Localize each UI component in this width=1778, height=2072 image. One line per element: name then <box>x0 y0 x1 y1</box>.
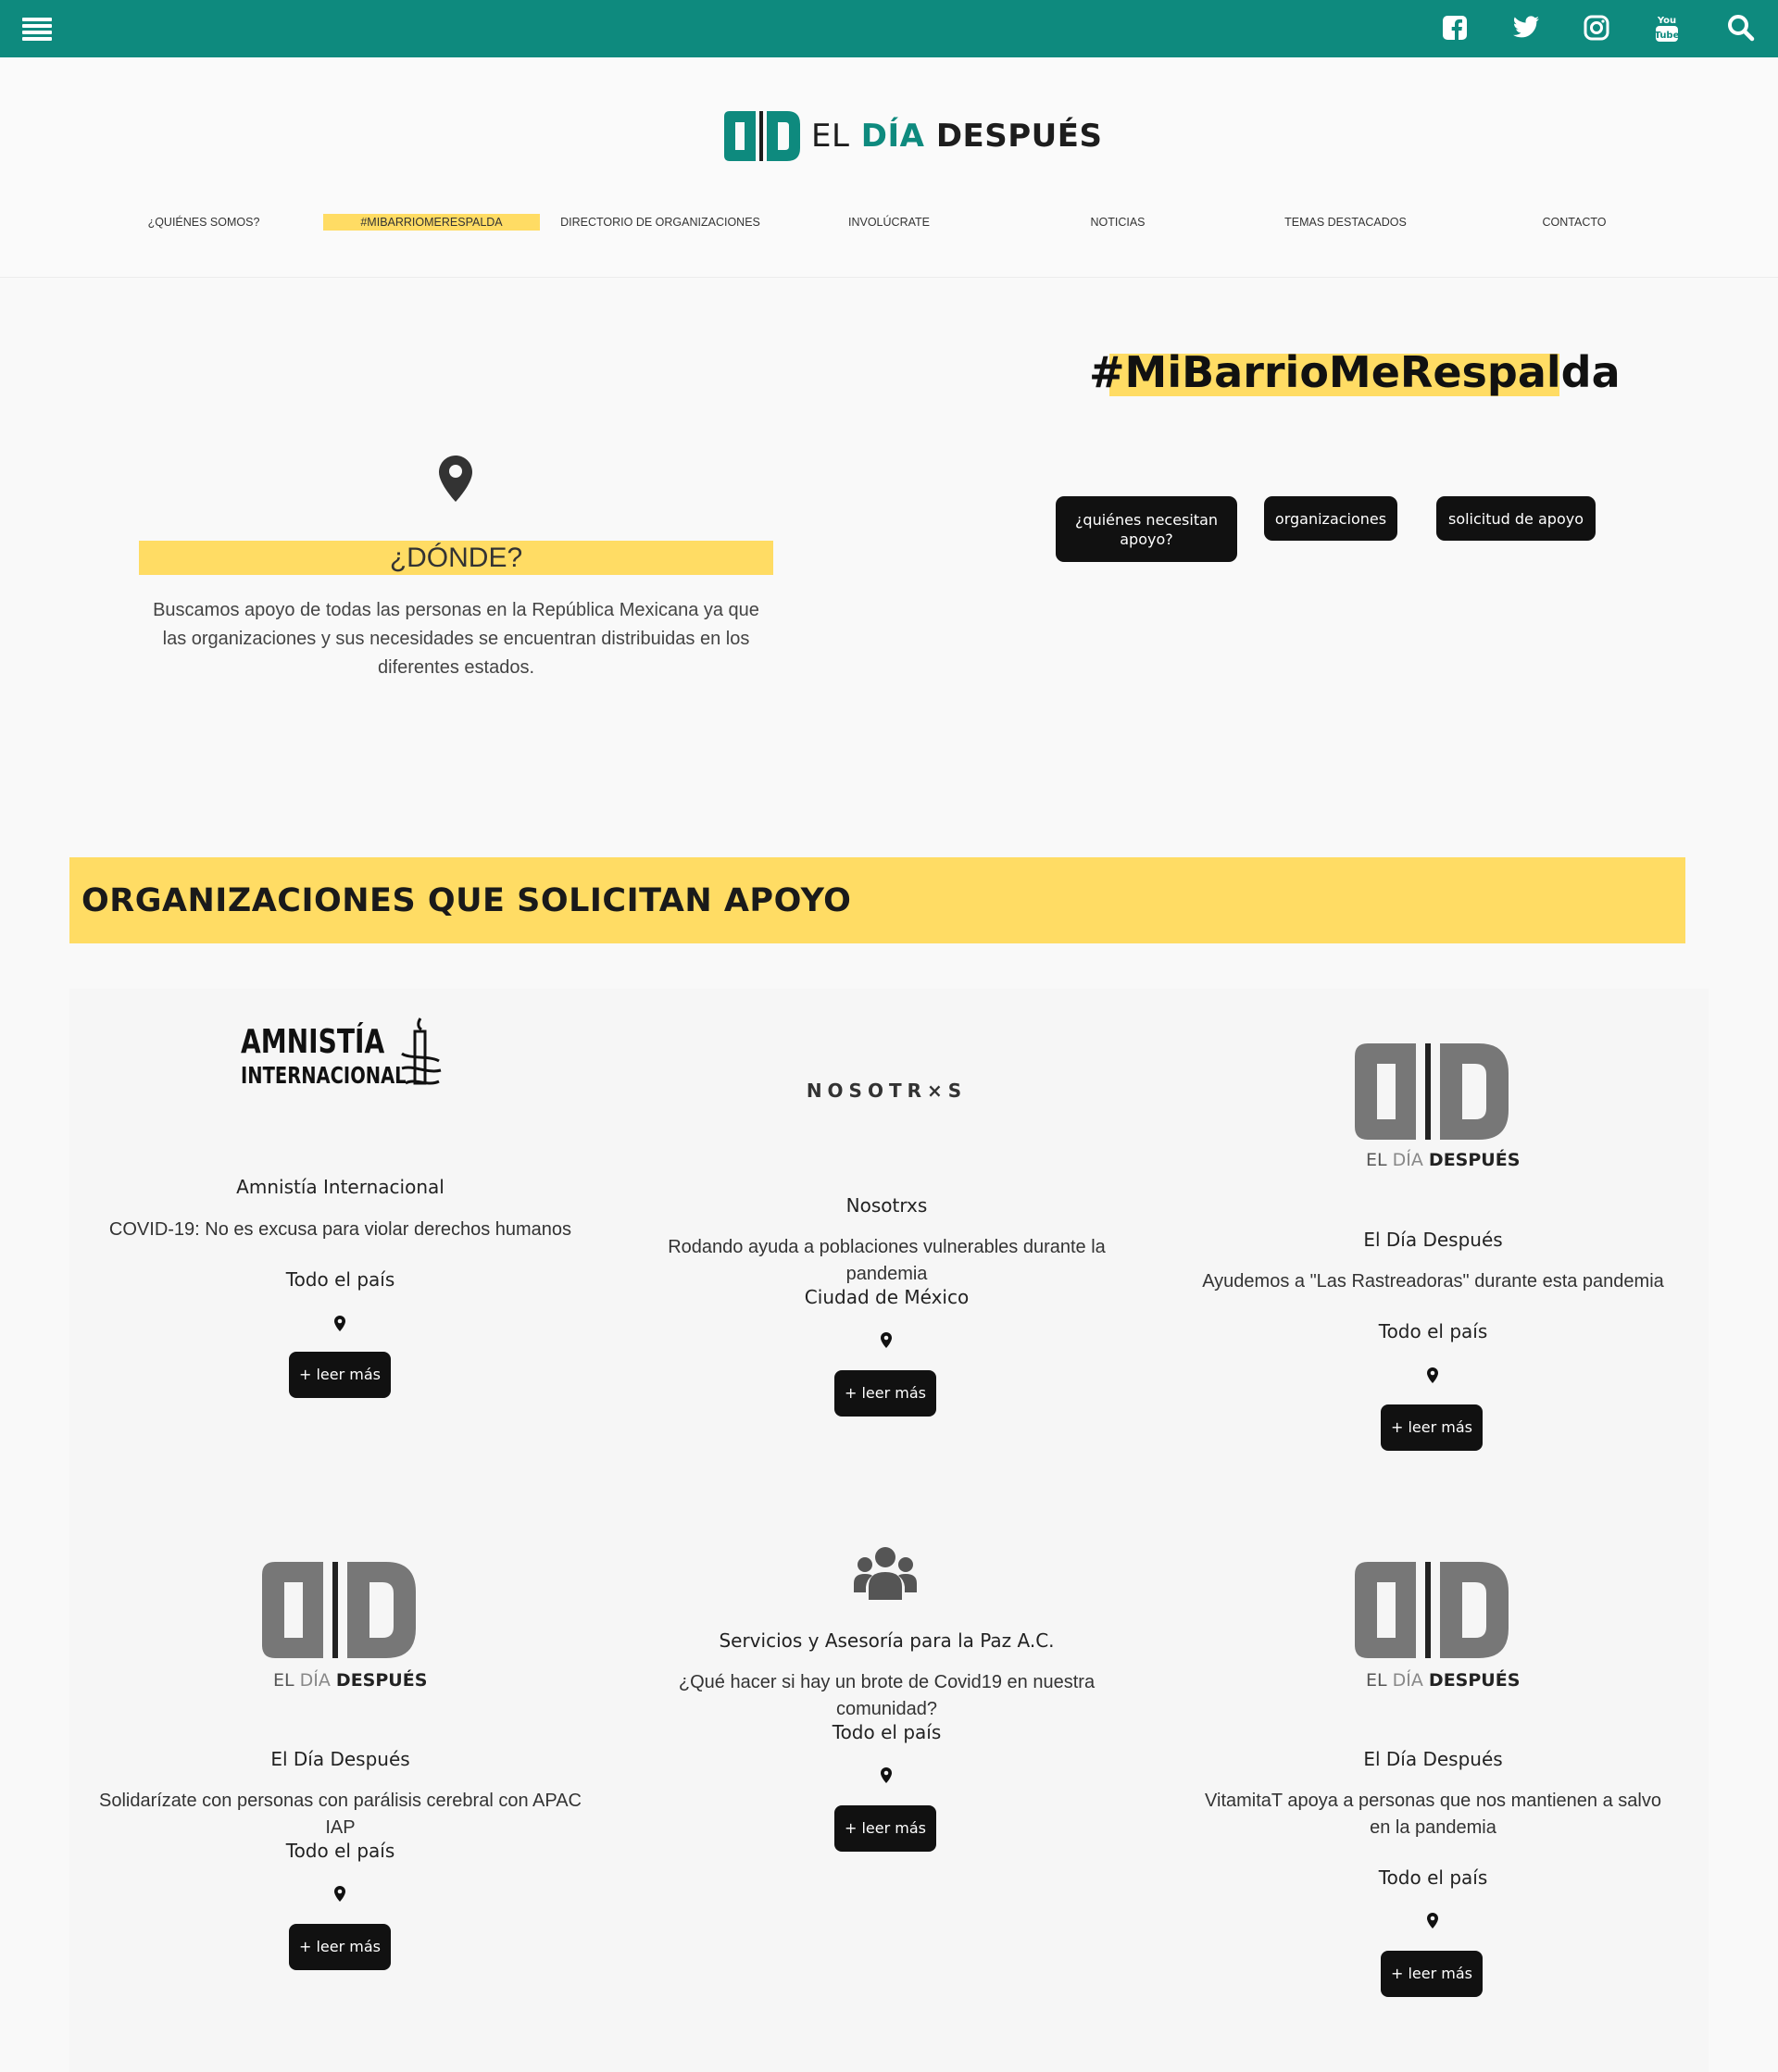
map-pin-icon <box>881 1332 892 1348</box>
map-pin-icon <box>1427 1913 1438 1928</box>
org-location: Todo el país <box>1378 1866 1488 1889</box>
org-name: Amnistía Internacional <box>236 1176 444 1198</box>
org-name: El Día Después <box>270 1748 410 1770</box>
logo-wordmark: EL DÍA DESPUÉS <box>811 118 1103 155</box>
org-name: Nosotrxs <box>845 1194 928 1217</box>
users-group-icon <box>854 1547 917 1600</box>
candle-icon <box>401 1017 442 1085</box>
read-more-button[interactable]: + leer más <box>1381 1404 1483 1451</box>
org-description: Solidarízate con personas con parálisis … <box>98 1791 582 1838</box>
org-description: VitamitaT apoya a personas que nos manti… <box>1205 1791 1661 1838</box>
search-icon[interactable] <box>1724 11 1758 44</box>
nav-mibarriomerespalda[interactable]: #MIBARRIOMERESPALDA <box>323 214 540 231</box>
donde-heading: ¿DÓNDE? <box>139 541 773 575</box>
nosotrxs-logo: NOSOTR×S <box>806 1080 968 1102</box>
instagram-icon[interactable] <box>1580 11 1613 44</box>
site-logo[interactable]: EL DÍA DESPUÉS <box>722 109 1103 163</box>
logo-caption: EL DÍA DESPUÉS <box>1366 1670 1521 1691</box>
org-name: Servicios y Asesoría para la Paz A.C. <box>719 1629 1055 1652</box>
amnistia-logo: AMNISTÍA INTERNACIONAL <box>241 1017 463 1118</box>
org-description: Ayudemos a "Las Rastreadoras" durante es… <box>1202 1271 1664 1292</box>
hashtag-text: #MiBarrioMeRespalda <box>1089 347 1621 397</box>
nav-directorio[interactable]: DIRECTORIO DE ORGANIZACIONES <box>548 214 772 231</box>
org-location: Todo el país <box>285 1840 395 1862</box>
logo-caption: EL DÍA DESPUÉS <box>1366 1150 1521 1170</box>
organizations-header: ORGANIZACIONES QUE SOLICITAN APOYO <box>69 857 1685 943</box>
logo-caption: EL DÍA DESPUÉS <box>273 1670 428 1691</box>
site-header: EL DÍA DESPUÉS ¿QUIÉNES SOMOS? #MIBARRIO… <box>0 57 1778 278</box>
hashtag-title: #MiBarrioMeRespalda <box>1089 346 1621 398</box>
org-name: El Día Después <box>1363 1748 1503 1770</box>
nav-quienes-somos[interactable]: ¿QUIÉNES SOMOS? <box>139 214 269 231</box>
el-dia-despues-logo <box>1355 1562 1509 1658</box>
organizaciones-button[interactable]: organizaciones <box>1264 496 1397 541</box>
location-pin-icon <box>439 456 472 502</box>
el-dia-despues-logo <box>262 1562 416 1658</box>
read-more-button[interactable]: + leer más <box>834 1370 936 1417</box>
org-description: Rodando ayuda a poblaciones vulnerables … <box>668 1237 1106 1284</box>
org-location: Todo el país <box>285 1268 395 1291</box>
map-pin-icon <box>334 1886 345 1902</box>
org-card: Servicios y Asesoría para la Paz A.C. ¿Q… <box>639 1518 1134 1907</box>
nav-temas-destacados[interactable]: TEMAS DESTACADOS <box>1271 214 1420 231</box>
org-card: EL DÍA DESPUÉS El Día Después Solidaríza… <box>93 1518 588 1981</box>
nav-involucrate[interactable]: INVOLÚCRATE <box>815 214 963 231</box>
nav-contacto[interactable]: CONTACTO <box>1500 214 1648 231</box>
org-card: EL DÍA DESPUÉS El Día Después Ayudemos a… <box>1185 1000 1681 1463</box>
org-location: Todo el país <box>832 1721 942 1743</box>
org-card: EL DÍA DESPUÉS El Día Después VitamitaT … <box>1185 1518 1681 2018</box>
org-description: ¿Qué hacer si hay un brote de Covid19 en… <box>678 1672 1096 1719</box>
org-card: NOSOTR×S Nosotrxs Rodando ayuda a poblac… <box>639 1000 1134 1444</box>
svg-text:Tube: Tube <box>1655 31 1680 41</box>
menu-icon[interactable] <box>22 18 52 42</box>
top-bar: You Tube <box>0 0 1778 57</box>
map-pin-icon <box>1427 1367 1438 1383</box>
read-more-button[interactable]: + leer más <box>289 1352 391 1398</box>
logo-mark-icon <box>724 111 800 161</box>
org-name: El Día Después <box>1363 1229 1503 1251</box>
quienes-necesitan-apoyo-button[interactable]: ¿quiénes necesitan apoyo? <box>1056 496 1237 562</box>
read-more-button[interactable]: + leer más <box>1381 1951 1483 1997</box>
organizations-title: ORGANIZACIONES QUE SOLICITAN APOYO <box>81 882 852 919</box>
el-dia-despues-logo <box>1355 1043 1509 1140</box>
nav-noticias[interactable]: NOTICIAS <box>1044 214 1192 231</box>
org-location: Ciudad de México <box>804 1286 970 1308</box>
svg-text:You: You <box>1657 16 1676 26</box>
org-description: COVID-19: No es excusa para violar derec… <box>108 1219 572 1240</box>
facebook-icon[interactable] <box>1438 11 1471 44</box>
read-more-button[interactable]: + leer más <box>834 1805 936 1852</box>
org-location: Todo el país <box>1378 1320 1488 1342</box>
read-more-button[interactable]: + leer más <box>289 1924 391 1970</box>
org-card: AMNISTÍA INTERNACIONAL Amnistía Internac… <box>93 1000 588 1426</box>
youtube-icon[interactable]: You Tube <box>1650 11 1684 44</box>
solicitud-de-apoyo-button[interactable]: solicitud de apoyo <box>1436 496 1596 541</box>
map-pin-icon <box>881 1767 892 1783</box>
donde-description: Buscamos apoyo de todas las personas en … <box>153 600 759 678</box>
map-pin-icon <box>334 1316 345 1331</box>
twitter-icon[interactable] <box>1509 11 1543 44</box>
